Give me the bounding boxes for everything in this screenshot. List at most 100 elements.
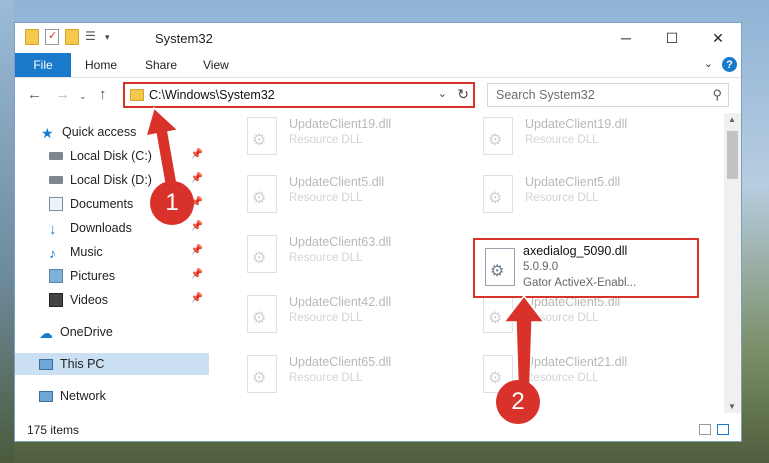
nav-network[interactable]: Network <box>15 385 209 407</box>
file-item[interactable]: ⚙ UpdateClient42.dll Resource DLL <box>237 293 457 341</box>
tab-home[interactable]: Home <box>85 53 117 77</box>
forward-button[interactable]: → <box>55 86 70 103</box>
customize-toolbar-icon[interactable]: ☰ <box>85 29 99 45</box>
search-box[interactable]: Search System32 ⚲ <box>487 83 729 107</box>
nav-label: Downloads <box>70 221 132 235</box>
refresh-icon[interactable]: ↻ <box>457 86 469 103</box>
back-button[interactable]: ← <box>27 86 42 103</box>
recent-locations-icon[interactable]: ⌄ <box>79 91 87 102</box>
new-folder-icon[interactable] <box>65 29 79 45</box>
search-input[interactable]: Search System32 <box>496 88 595 102</box>
dll-file-icon: ⚙ <box>247 117 277 155</box>
properties-icon[interactable]: ✓ <box>45 29 59 45</box>
file-type: Resource DLL <box>289 252 363 264</box>
file-type: Resource DLL <box>525 192 599 204</box>
file-type: Resource DLL <box>289 134 363 146</box>
file-description: Gator ActiveX-Enabl... <box>523 277 637 289</box>
dll-file-icon: ⚙ <box>247 175 277 213</box>
file-type: Resource DLL <box>289 372 363 384</box>
highlighted-file-item[interactable]: ⚙ axedialog_5090.dll 5.0.9.0 Gator Activ… <box>473 238 699 298</box>
file-item[interactable]: ⚙ UpdateClient63.dll Resource DLL <box>237 233 457 281</box>
nav-onedrive[interactable]: ☁ OneDrive <box>15 321 209 343</box>
tab-file[interactable]: File <box>15 53 71 77</box>
status-bar: 175 items <box>15 421 741 441</box>
pictures-icon <box>49 269 63 283</box>
chevron-down-icon[interactable]: ▾ <box>105 32 110 43</box>
nav-label: Music <box>70 245 103 259</box>
nav-label: Documents <box>70 197 134 211</box>
music-icon: ♪ <box>49 245 56 261</box>
pin-icon: 📌 <box>190 269 203 280</box>
gear-icon: ⚙ <box>488 190 503 207</box>
nav-label: Quick access <box>62 125 137 139</box>
pin-icon: 📌 <box>190 293 203 304</box>
gear-icon: ⚙ <box>252 370 267 387</box>
file-name: UpdateClient5.dll <box>525 175 621 189</box>
computer-icon <box>39 358 53 370</box>
cloud-icon: ☁ <box>39 325 53 341</box>
vertical-scrollbar[interactable]: ▲ ▼ <box>724 113 741 413</box>
details-view-icon[interactable] <box>699 424 711 435</box>
dll-file-icon: ⚙ <box>483 175 513 213</box>
step-badge-2: 2 <box>496 380 540 424</box>
dll-file-icon: ⚙ <box>247 235 277 273</box>
nav-label: Network <box>60 389 106 403</box>
ribbon: File Home Share View ⌄ ? <box>15 53 741 78</box>
chevron-down-icon[interactable]: ⌄ <box>438 87 447 100</box>
nav-label: This PC <box>60 357 105 371</box>
file-name: UpdateClient42.dll <box>289 295 392 309</box>
gear-icon: ⚙ <box>488 132 503 149</box>
title-bar: ✓ ☰ ▾ System32 ─ ☐ ✕ <box>15 23 741 53</box>
maximize-button[interactable]: ☐ <box>649 23 695 53</box>
quick-access-toolbar: ✓ ☰ ▾ <box>25 29 110 45</box>
file-item[interactable]: ⚙ UpdateClient19.dll Resource DLL <box>473 115 693 163</box>
scroll-up-icon[interactable]: ▲ <box>728 115 736 124</box>
file-type: Resource DLL <box>525 134 599 146</box>
file-name: UpdateClient19.dll <box>289 117 392 131</box>
pin-icon: 📌 <box>190 245 203 256</box>
file-name: axedialog_5090.dll <box>523 244 628 258</box>
dll-file-icon: ⚙ <box>247 355 277 393</box>
minimize-button[interactable]: ─ <box>603 23 649 53</box>
file-name: UpdateClient19.dll <box>525 117 628 131</box>
help-icon[interactable]: ? <box>722 57 737 72</box>
nav-pictures[interactable]: Pictures 📌 <box>15 265 209 287</box>
nav-music[interactable]: ♪ Music 📌 <box>15 241 209 263</box>
file-item[interactable]: ⚙ UpdateClient5.dll Resource DLL <box>473 173 693 221</box>
file-item[interactable]: ⚙ UpdateClient19.dll Resource DLL <box>237 115 457 163</box>
network-icon <box>39 390 53 402</box>
scroll-thumb[interactable] <box>727 131 738 179</box>
arrow-annotation-2 <box>502 294 546 385</box>
star-icon: ★ <box>41 125 54 141</box>
large-icons-view-icon[interactable] <box>717 424 729 435</box>
file-name: UpdateClient65.dll <box>289 355 392 369</box>
search-icon[interactable]: ⚲ <box>712 87 722 103</box>
tab-share[interactable]: Share <box>145 53 177 77</box>
nav-label: Pictures <box>70 269 116 283</box>
desktop-background <box>0 0 14 463</box>
file-item[interactable]: ⚙ UpdateClient65.dll Resource DLL <box>237 353 457 401</box>
nav-label: Videos <box>70 293 108 307</box>
item-count: 175 items <box>27 423 80 437</box>
close-button[interactable]: ✕ <box>695 23 741 53</box>
dll-file-icon: ⚙ <box>485 248 515 286</box>
up-button[interactable]: ↑ <box>99 86 107 103</box>
nav-this-pc[interactable]: This PC <box>15 353 209 375</box>
file-type: Resource DLL <box>289 312 363 324</box>
file-name: UpdateClient5.dll <box>289 175 385 189</box>
step-badge-1: 1 <box>150 181 194 225</box>
drive-icon <box>49 152 63 160</box>
file-type: Resource DLL <box>289 192 363 204</box>
folder-icon[interactable] <box>25 29 39 45</box>
navigation-bar: ← → ⌄ ↑ C:\Windows\System32 ⌄ ↻ Search S… <box>15 78 741 112</box>
tab-view[interactable]: View <box>203 53 229 77</box>
file-item[interactable]: ⚙ UpdateClient5.dll Resource DLL <box>237 173 457 221</box>
scroll-down-icon[interactable]: ▼ <box>728 402 736 411</box>
nav-videos[interactable]: Videos 📌 <box>15 289 209 311</box>
expand-ribbon-icon[interactable]: ⌄ <box>704 57 713 70</box>
gear-icon: ⚙ <box>490 263 505 280</box>
file-version: 5.0.9.0 <box>523 261 559 273</box>
gear-icon: ⚙ <box>252 190 267 207</box>
downloads-icon: ↓ <box>49 221 57 238</box>
gear-icon: ⚙ <box>252 310 267 327</box>
